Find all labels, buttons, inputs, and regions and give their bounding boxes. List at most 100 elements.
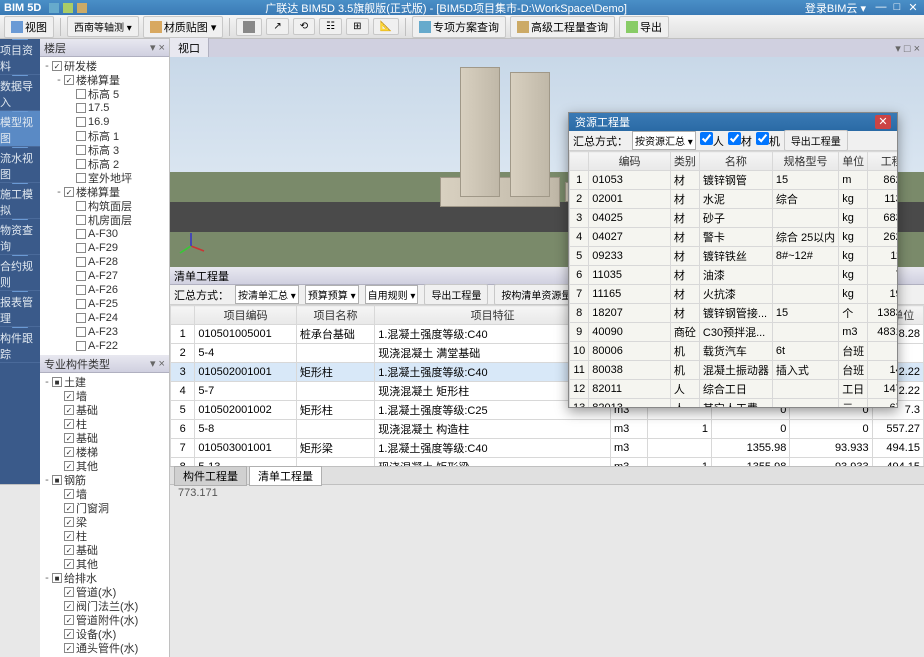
tree-item[interactable]: -✓楼梯算量 bbox=[42, 73, 167, 87]
tree-item[interactable]: ✓墙 bbox=[42, 487, 167, 501]
res-row[interactable]: 611035材油漆kg7.37911.6586.03 bbox=[570, 266, 898, 285]
res-export-button[interactable]: 导出工程量 bbox=[784, 130, 848, 151]
res-row[interactable]: 1080006机载货汽车6t台班03890 bbox=[570, 342, 898, 361]
tree-item[interactable]: ✓墙 bbox=[42, 389, 167, 403]
res-filter-person[interactable]: 人 bbox=[700, 132, 724, 149]
tree-item[interactable]: A-F25 bbox=[42, 297, 167, 311]
leftnav-数据导入[interactable]: 数据导入 bbox=[0, 75, 40, 111]
res-row[interactable]: 202001材水泥综合kg113.2770.3741.91 bbox=[570, 190, 898, 209]
res-row[interactable]: 818207材镀锌钢管接...15个1383.8410.52719.6 bbox=[570, 304, 898, 323]
tree-item[interactable]: -■给排水 bbox=[42, 571, 167, 585]
res-filter-material[interactable]: 材 bbox=[728, 132, 752, 149]
tree-item[interactable]: A-F27 bbox=[42, 269, 167, 283]
tree-item[interactable]: -■钢筋 bbox=[42, 473, 167, 487]
tree-item[interactable]: A-F26 bbox=[42, 283, 167, 297]
filter-tree[interactable]: -■土建✓墙✓基础✓柱✓基础✓楼梯✓其他-■钢筋✓墙✓门窗洞✓梁✓柱✓基础✓其他… bbox=[40, 373, 169, 657]
qty-mode-select[interactable]: 按清单汇总 ▾ bbox=[235, 285, 299, 304]
cloud-login[interactable]: 登录BIM云 ▾ bbox=[805, 0, 866, 16]
tree-item[interactable]: A-F23 bbox=[42, 325, 167, 339]
res-row[interactable]: 509233材镀锌铁丝8#~12#kg11.8353.8545.56 bbox=[570, 247, 898, 266]
bottom-tab-component[interactable]: 构件工程量 bbox=[174, 466, 247, 486]
tree-item[interactable]: -✓研发楼 bbox=[42, 59, 167, 73]
toolbar-tool6[interactable]: 📐 bbox=[373, 18, 399, 35]
tree-item[interactable]: 标高 3 bbox=[42, 143, 167, 157]
tree-item[interactable]: ✓门窗洞 bbox=[42, 501, 167, 515]
toolbar-tool5[interactable]: ⊞ bbox=[346, 18, 368, 35]
tree-item[interactable]: ✓基础 bbox=[42, 543, 167, 557]
tree-item[interactable]: A-F29 bbox=[42, 241, 167, 255]
resource-qty-window[interactable]: 资源工程量 ✕ 汇总方式： 按资源汇总 ▾ 人 材 机 导出工程量 编码类别名称… bbox=[568, 112, 898, 408]
tree-item[interactable]: 标高 5 bbox=[42, 87, 167, 101]
res-row[interactable]: 1282011人综合工日工日147.09132.534784.88 bbox=[570, 380, 898, 399]
tree-item[interactable]: 标高 1 bbox=[42, 129, 167, 143]
tree-item[interactable]: ✓通头管件(水) bbox=[42, 641, 167, 655]
leftnav-报表管理[interactable]: 报表管理 bbox=[0, 291, 40, 327]
tree-item[interactable]: -✓楼梯算量 bbox=[42, 185, 167, 199]
tree-item[interactable]: ✓基础 bbox=[42, 431, 167, 445]
leftnav-物资查询[interactable]: 物资查询 bbox=[0, 219, 40, 255]
resource-close-button[interactable]: ✕ bbox=[875, 115, 891, 129]
leftnav-流水视图[interactable]: 流水视图 bbox=[0, 147, 40, 183]
res-row[interactable]: 404027材警卡综合 25以内kg262.0590.45117.93 bbox=[570, 228, 898, 247]
res-row[interactable]: 304025材砂子kg683.0440.0427.32 bbox=[570, 209, 898, 228]
tree-item[interactable]: ✓其他 bbox=[42, 557, 167, 571]
qty-res-button[interactable]: 按构清单资源量 bbox=[494, 284, 578, 305]
orientation-gizmo[interactable] bbox=[176, 231, 206, 261]
toolbar-tool3[interactable]: ⟲ bbox=[293, 18, 315, 35]
toolbar-view[interactable]: 视图 bbox=[4, 16, 54, 38]
toolbar-export[interactable]: 导出 bbox=[619, 16, 669, 38]
qty-row[interactable]: 65-8现浇混凝土 构造柱m3100557.27 bbox=[171, 420, 924, 439]
leftnav-项目资料[interactable]: 项目资料 bbox=[0, 39, 40, 75]
tree-item[interactable]: 构筑面层 bbox=[42, 199, 167, 213]
tree-item[interactable]: ✓基础 bbox=[42, 403, 167, 417]
toolbar-camera[interactable]: 西南等轴测 ▾ bbox=[67, 16, 139, 37]
qty-budget-select[interactable]: 预算预算 ▾ bbox=[305, 285, 359, 304]
tree-item[interactable]: ✓柱 bbox=[42, 417, 167, 431]
qty-row[interactable]: 7010503001001矩形梁1.混凝土强度等级:C40m31355.9893… bbox=[171, 439, 924, 458]
leftnav-构件跟踪[interactable]: 构件跟踪 bbox=[0, 327, 40, 363]
tree-item[interactable]: 16.9 bbox=[42, 115, 167, 129]
toolbar-tool4[interactable]: ☷ bbox=[319, 18, 342, 35]
maximize-button[interactable]: □ bbox=[890, 1, 904, 14]
res-row[interactable]: 940090商砼C30预拌混...m34831.7134101981002.39 bbox=[570, 323, 898, 342]
res-filter-machine[interactable]: 机 bbox=[756, 132, 780, 149]
res-mode-select[interactable]: 按资源汇总 ▾ bbox=[632, 131, 696, 150]
toolbar-query2[interactable]: 高级工程量查询 bbox=[510, 16, 615, 38]
quick-icons[interactable] bbox=[49, 3, 87, 13]
toolbar-tool1[interactable] bbox=[236, 18, 262, 36]
tree-item[interactable]: -■土建 bbox=[42, 375, 167, 389]
leftnav-施工模拟[interactable]: 施工模拟 bbox=[0, 183, 40, 219]
tree-item[interactable]: A-F28 bbox=[42, 255, 167, 269]
tree-item[interactable]: A-F30 bbox=[42, 227, 167, 241]
res-row[interactable]: 711165材火抗漆kg19.4434.6790.8 bbox=[570, 285, 898, 304]
qty-rule-select[interactable]: 自用规则 ▾ bbox=[365, 285, 419, 304]
leftnav-模型视图[interactable]: 模型视图 bbox=[0, 111, 40, 147]
close-button[interactable]: ✕ bbox=[906, 1, 920, 14]
toolbar-query1[interactable]: 专项方案查询 bbox=[412, 16, 506, 38]
minimize-button[interactable]: — bbox=[874, 1, 888, 14]
qty-export-button[interactable]: 导出工程量 bbox=[424, 284, 488, 305]
tree-item[interactable]: ✓楼梯 bbox=[42, 445, 167, 459]
tree-item[interactable]: ✓管道(水) bbox=[42, 585, 167, 599]
res-row[interactable]: 1180038机混凝土振动器插入式台班14.5644806990.72 bbox=[570, 361, 898, 380]
tree-item[interactable]: 机房面层 bbox=[42, 213, 167, 227]
tree-item[interactable]: 室外地坪 bbox=[42, 171, 167, 185]
tree-item[interactable]: ✓柱 bbox=[42, 529, 167, 543]
tree-item[interactable]: ✓其他 bbox=[42, 459, 167, 473]
leftnav-合约规则[interactable]: 合约规则 bbox=[0, 255, 40, 291]
bottom-tab-list[interactable]: 清单工程量 bbox=[249, 466, 322, 486]
viewport-tab[interactable]: 视口 bbox=[170, 38, 209, 58]
tree-item[interactable]: ✓阀门法兰(水) bbox=[42, 599, 167, 613]
toolbar-material[interactable]: 材质贴图 ▾ bbox=[143, 16, 224, 38]
tree-item[interactable]: A-F24 bbox=[42, 311, 167, 325]
res-row[interactable]: 101053材镀锌钢管15m862.2593.993440.41 bbox=[570, 171, 898, 190]
tree-item[interactable]: ✓管道附件(水) bbox=[42, 613, 167, 627]
tree-item[interactable]: ✓设备(水) bbox=[42, 627, 167, 641]
tree-item[interactable]: 17.5 bbox=[42, 101, 167, 115]
tree-item[interactable]: A-F22 bbox=[42, 339, 167, 353]
res-row[interactable]: 1382013人其它人工费元67.628167.63 bbox=[570, 399, 898, 408]
resource-table[interactable]: 编码类别名称规格型号单位工程量单价合价(元) 101053材镀锌钢管15m862… bbox=[569, 151, 897, 407]
floor-tree[interactable]: -✓研发楼-✓楼梯算量标高 517.516.9标高 1标高 3标高 2室外地坪-… bbox=[40, 57, 169, 355]
toolbar-tool2[interactable]: ↗ bbox=[266, 18, 288, 35]
tree-item[interactable]: ✓梁 bbox=[42, 515, 167, 529]
